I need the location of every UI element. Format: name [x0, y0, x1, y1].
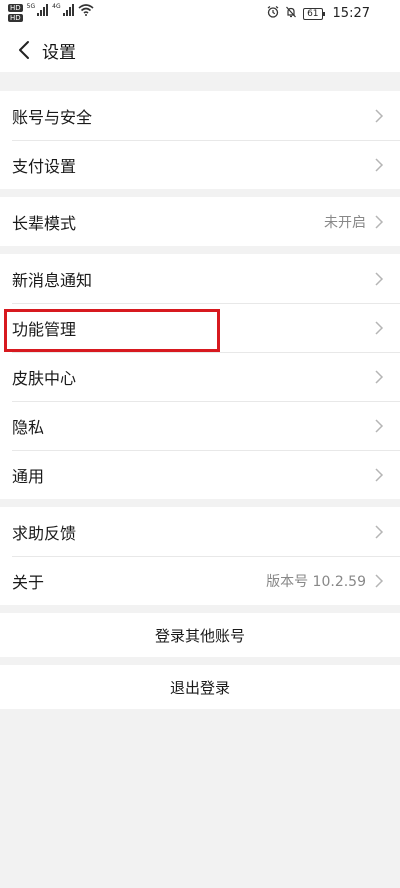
row-label: 求助反馈 [12, 523, 77, 543]
alarm-icon [267, 6, 279, 21]
chevron-right-icon [374, 418, 384, 434]
account-group: 账号与安全 支付设置 [0, 91, 400, 189]
back-icon[interactable] [6, 30, 42, 70]
settings-row-help-feedback[interactable]: 求助反馈 [0, 507, 400, 556]
chevron-right-icon [374, 524, 384, 540]
clock: 15:27 [332, 6, 370, 21]
chevron-right-icon [374, 320, 384, 336]
nav-bar: 设置 [0, 28, 400, 72]
row-label: 功能管理 [12, 319, 77, 339]
settings-row-feature-management[interactable]: 功能管理 [0, 303, 400, 352]
settings-row-payment[interactable]: 支付设置 [0, 140, 400, 189]
battery-icon: 61 [303, 7, 326, 20]
settings-row-about[interactable]: 关于 版本号 10.2.59 [0, 556, 400, 605]
status-left: HD HD 5G 4G [8, 4, 94, 22]
chevron-right-icon [374, 369, 384, 385]
signal-4g-icon: 4G [52, 3, 74, 16]
chevron-right-icon [374, 214, 384, 230]
row-label: 长辈模式 [12, 213, 77, 233]
row-label: 通用 [12, 466, 45, 486]
chevron-right-icon [374, 157, 384, 173]
settings-row-notifications[interactable]: 新消息通知 [0, 254, 400, 303]
signal-tag: 4G [52, 3, 61, 10]
general-group: 新消息通知 功能管理 皮肤中心 隐私 通用 [0, 254, 400, 499]
hd-icon: HD [8, 14, 23, 22]
logout-button[interactable]: 退出登录 [0, 665, 400, 709]
row-label: 账号与安全 [12, 107, 93, 127]
version-value: 版本号 10.2.59 [266, 573, 366, 590]
status-bar: HD HD 5G 4G 61 15:27 [0, 0, 400, 28]
row-label: 关于 [12, 572, 45, 592]
row-label: 支付设置 [12, 156, 77, 176]
mute-bell-icon [285, 6, 297, 21]
chevron-right-icon [374, 271, 384, 287]
chevron-right-icon [374, 108, 384, 124]
signal-5g-icon: 5G [26, 3, 49, 16]
login-other-account-button[interactable]: 登录其他账号 [0, 613, 400, 657]
row-label: 新消息通知 [12, 270, 93, 290]
signal-tag: 5G [26, 3, 36, 10]
elder-mode-group: 长辈模式 未开启 [0, 197, 400, 246]
settings-row-skin-center[interactable]: 皮肤中心 [0, 352, 400, 401]
wifi-icon [78, 4, 94, 19]
row-label: 隐私 [12, 417, 45, 437]
hd-icon: HD [8, 4, 23, 12]
help-about-group: 求助反馈 关于 版本号 10.2.59 [0, 507, 400, 605]
row-label: 皮肤中心 [12, 368, 77, 388]
settings-row-general[interactable]: 通用 [0, 450, 400, 499]
page-title: 设置 [42, 42, 76, 63]
settings-row-privacy[interactable]: 隐私 [0, 401, 400, 450]
settings-row-elder-mode[interactable]: 长辈模式 未开启 [0, 197, 400, 246]
status-right: 61 15:27 [267, 6, 370, 21]
settings-row-account-security[interactable]: 账号与安全 [0, 91, 400, 140]
chevron-right-icon [374, 573, 384, 589]
chevron-right-icon [374, 467, 384, 483]
hd-indicators: HD HD [8, 4, 23, 22]
row-value: 未开启 [324, 214, 366, 231]
